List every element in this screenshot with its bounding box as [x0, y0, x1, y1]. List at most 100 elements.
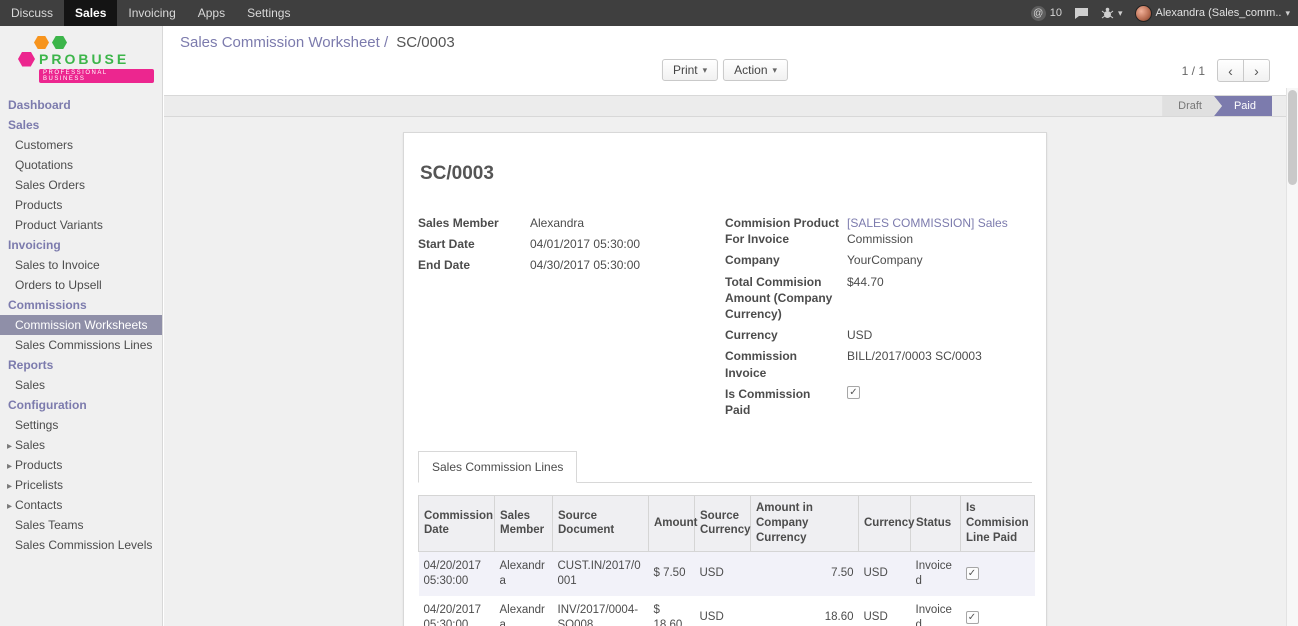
field-label: Total Commision Amount (Company Currency…	[725, 274, 847, 323]
pager: 1 / 1 ‹ ›	[1182, 59, 1270, 82]
menu-discuss[interactable]: Discuss	[0, 0, 64, 26]
action-button-label: Action	[734, 63, 767, 77]
sidebar-item-dashboard[interactable]: Dashboard	[0, 95, 162, 115]
sidebar: PROBUSE PROFESSIONAL BUSINESS Dashboard …	[0, 26, 163, 626]
col-source-currency[interactable]: Source Currency	[695, 496, 751, 552]
action-button[interactable]: Action ▾	[723, 59, 788, 81]
form-view: SC/0003 Sales Member Alexandra Start Dat…	[164, 117, 1286, 626]
field-commission-product: Commision Product For Invoice [SALES COM…	[725, 215, 1032, 247]
sidebar-item-sales-to-invoice[interactable]: Sales to Invoice	[0, 255, 162, 275]
sidebar-item-config-pricelists[interactable]: ▸Pricelists	[0, 475, 162, 495]
cell-source-currency: USD	[695, 596, 751, 626]
activity-count: 10	[1050, 7, 1062, 19]
field-end-date: End Date 04/30/2017 05:30:00	[418, 257, 725, 273]
expand-icon: ▸	[7, 461, 12, 472]
chat-bubble-icon	[1074, 7, 1089, 20]
cell-currency: USD	[859, 596, 911, 626]
sidebar-item-sales-orders[interactable]: Sales Orders	[0, 175, 162, 195]
currency-link[interactable]: USD	[847, 327, 872, 343]
col-currency[interactable]: Currency	[859, 496, 911, 552]
menu-invoicing[interactable]: Invoicing	[117, 0, 186, 26]
print-button[interactable]: Print ▾	[662, 59, 718, 81]
sidebar-item-sales-teams[interactable]: Sales Teams	[0, 515, 162, 535]
breadcrumb-parent[interactable]: Sales Commission Worksheet /	[180, 34, 388, 51]
status-draft[interactable]: Draft	[1162, 96, 1222, 116]
cell-source-currency: USD	[695, 551, 751, 595]
cell-amount: $ 18.60	[649, 596, 695, 626]
vertical-scrollbar[interactable]	[1286, 88, 1298, 626]
activities-button[interactable]: @ 10	[1031, 6, 1062, 21]
sidebar-item-reports-sales[interactable]: Sales	[0, 375, 162, 395]
sidebar-item-quotations[interactable]: Quotations	[0, 155, 162, 175]
col-status[interactable]: Status	[911, 496, 961, 552]
scrollbar-thumb[interactable]	[1288, 90, 1297, 185]
sidebar-section-commissions: Commissions	[0, 295, 162, 315]
tab-sales-commission-lines[interactable]: Sales Commission Lines	[418, 451, 577, 483]
cell-company-amount: 18.60	[751, 596, 859, 626]
sidebar-item-config-products[interactable]: ▸Products	[0, 455, 162, 475]
cell-status: Invoiced	[911, 551, 961, 595]
sidebar-item-customers[interactable]: Customers	[0, 135, 162, 155]
field-label: Start Date	[418, 236, 530, 252]
col-commission-date[interactable]: Commission Date	[419, 496, 495, 552]
pager-previous-button[interactable]: ‹	[1217, 59, 1244, 82]
sidebar-item-sales-commissions-lines[interactable]: Sales Commissions Lines	[0, 335, 162, 355]
col-amount[interactable]: Amount	[649, 496, 695, 552]
sidebar-item-products[interactable]: Products	[0, 195, 162, 215]
commission-product-link[interactable]: [SALES COMMISSION] Sales	[847, 215, 1008, 231]
field-label: End Date	[418, 257, 530, 273]
avatar	[1135, 5, 1152, 22]
top-navbar: Discuss Sales Invoicing Apps Settings @ …	[0, 0, 1298, 26]
cell-commission-date: 04/20/2017 05:30:00	[419, 551, 495, 595]
status-paid[interactable]: Paid	[1214, 96, 1272, 116]
field-total-commission: Total Commision Amount (Company Currency…	[725, 274, 1032, 323]
commission-invoice-link[interactable]: BILL/2017/0003 SC/0003	[847, 348, 982, 364]
col-source-document[interactable]: Source Document	[553, 496, 649, 552]
is-commission-paid-checkbox: ✓	[847, 386, 860, 399]
user-menu[interactable]: Alexandra (Sales_comm.. ▾	[1135, 5, 1290, 22]
end-date-value: 04/30/2017 05:30:00	[530, 257, 640, 273]
debug-menu-button[interactable]: ▾	[1101, 7, 1123, 20]
col-sales-member[interactable]: Sales Member	[495, 496, 553, 552]
field-label: Company	[725, 252, 847, 268]
col-is-commission-line-paid[interactable]: Is Commision Line Paid	[961, 496, 1035, 552]
logo-subtitle: PROFESSIONAL BUSINESS	[39, 69, 154, 83]
caret-down-icon: ▾	[1285, 8, 1290, 19]
expand-icon: ▸	[7, 441, 12, 452]
line-paid-checkbox: ✓	[966, 611, 979, 624]
col-amount-company-currency[interactable]: Amount in Company Currency	[751, 496, 859, 552]
pager-next-button[interactable]: ›	[1243, 59, 1270, 82]
field-sales-member: Sales Member Alexandra	[418, 215, 725, 231]
chevron-right-icon: ›	[1254, 63, 1259, 79]
messages-button[interactable]	[1074, 7, 1089, 20]
cell-company-amount: 7.50	[751, 551, 859, 595]
notebook-tabs: Sales Commission Lines	[418, 451, 1032, 483]
menu-apps[interactable]: Apps	[187, 0, 236, 26]
logo-title: PROBUSE	[39, 51, 129, 67]
field-group-left: Sales Member Alexandra Start Date 04/01/…	[418, 215, 725, 423]
cell-currency: USD	[859, 551, 911, 595]
sidebar-item-product-variants[interactable]: Product Variants	[0, 215, 162, 235]
cell-commission-date: 04/20/2017 05:30:00	[419, 596, 495, 626]
sidebar-item-config-settings[interactable]: Settings	[0, 415, 162, 435]
menu-settings[interactable]: Settings	[236, 0, 301, 26]
sidebar-item-commission-worksheets[interactable]: Commission Worksheets	[0, 315, 162, 335]
table-row[interactable]: 04/20/2017 05:30:00 Alexandra CUST.IN/20…	[419, 551, 1035, 595]
field-label: Sales Member	[418, 215, 530, 231]
cell-sales-member: Alexandra	[495, 596, 553, 626]
field-label: Commision Product For Invoice	[725, 215, 847, 247]
sidebar-item-orders-to-upsell[interactable]: Orders to Upsell	[0, 275, 162, 295]
user-name: Alexandra (Sales_comm..	[1156, 7, 1282, 19]
sidebar-item-config-sales[interactable]: ▸Sales	[0, 435, 162, 455]
sales-member-link[interactable]: Alexandra	[530, 215, 584, 231]
commission-lines-table: Commission Date Sales Member Source Docu…	[418, 495, 1035, 626]
menu-sales[interactable]: Sales	[64, 0, 117, 26]
sidebar-item-sales-commission-levels[interactable]: Sales Commission Levels	[0, 535, 162, 555]
field-commission-invoice: Commission Invoice BILL/2017/0003 SC/000…	[725, 348, 1032, 380]
sidebar-item-config-contacts[interactable]: ▸Contacts	[0, 495, 162, 515]
chevron-left-icon: ‹	[1228, 63, 1233, 79]
sidebar-item-label: Sales	[15, 438, 45, 452]
table-row[interactable]: 04/20/2017 05:30:00 Alexandra INV/2017/0…	[419, 596, 1035, 626]
hexagon-icon	[52, 36, 67, 49]
company-link[interactable]: YourCompany	[847, 252, 923, 268]
